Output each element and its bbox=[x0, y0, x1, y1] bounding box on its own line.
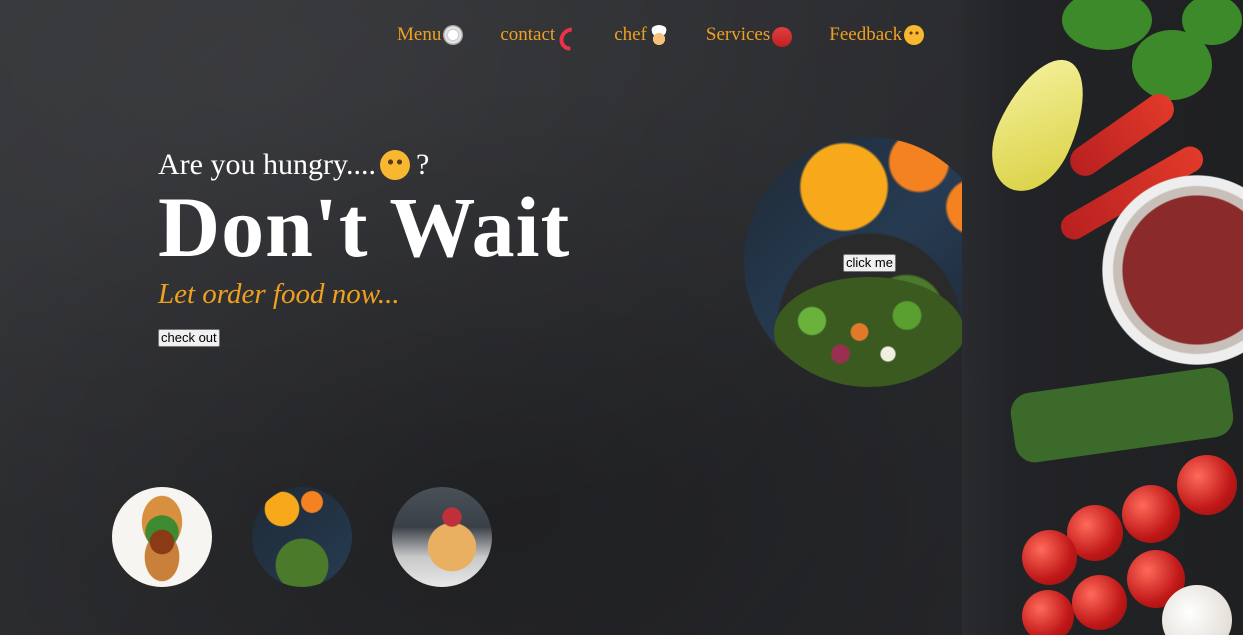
nav-contact[interactable]: contact bbox=[500, 22, 577, 48]
hero-tagline: Let order food now... bbox=[158, 278, 400, 310]
nav-contact-label: contact bbox=[500, 24, 556, 45]
nav-chef-label: chef bbox=[614, 24, 647, 45]
nav-services[interactable]: Services bbox=[705, 22, 793, 48]
vegetables-image bbox=[962, 0, 1243, 635]
salad-thumbnail bbox=[252, 487, 352, 587]
nav-feedback-label: Feedback bbox=[829, 24, 903, 45]
nav-chef[interactable]: chef bbox=[614, 22, 669, 48]
nav-menu-label: Menu bbox=[397, 24, 442, 45]
hero-question-text: Are you hungry.... bbox=[158, 148, 377, 181]
hero-headline: Don't Wait bbox=[158, 179, 571, 275]
plate-icon bbox=[443, 25, 464, 45]
burger-thumbnail bbox=[112, 487, 212, 587]
basil-leaf bbox=[1062, 0, 1152, 50]
salad-image bbox=[774, 277, 964, 387]
top-nav: Menu contact chef Services Feedback bbox=[397, 22, 961, 48]
rosemary-herb bbox=[1008, 365, 1236, 465]
lemon-wedge bbox=[975, 45, 1104, 205]
cherry-tomato bbox=[1177, 455, 1237, 515]
hero-question-suffix: ? bbox=[416, 148, 430, 181]
cherry-tomato bbox=[1022, 530, 1077, 585]
cherry-tomato bbox=[1022, 590, 1074, 635]
featured-food-image: click me bbox=[744, 137, 994, 387]
chef-icon bbox=[648, 25, 669, 45]
hero-question: Are you hungry.... ? bbox=[158, 148, 570, 182]
nav-feedback[interactable]: Feedback bbox=[829, 22, 925, 48]
click-me-button[interactable]: click me bbox=[843, 254, 896, 272]
thinking-face-icon bbox=[380, 150, 411, 180]
hero-section: Are you hungry.... ? Don't Wait Let orde… bbox=[158, 148, 570, 347]
cherry-tomato bbox=[1072, 575, 1127, 630]
pancake-thumbnail bbox=[392, 487, 492, 587]
nav-services-label: Services bbox=[705, 24, 771, 45]
basil-leaf bbox=[1182, 0, 1242, 45]
check-out-button[interactable]: check out bbox=[158, 329, 220, 347]
delivery-van-icon bbox=[772, 27, 793, 47]
phone-icon bbox=[557, 25, 577, 45]
nav-menu[interactable]: Menu bbox=[397, 22, 464, 48]
cherry-tomato bbox=[1122, 485, 1180, 543]
smile-icon bbox=[904, 25, 925, 45]
